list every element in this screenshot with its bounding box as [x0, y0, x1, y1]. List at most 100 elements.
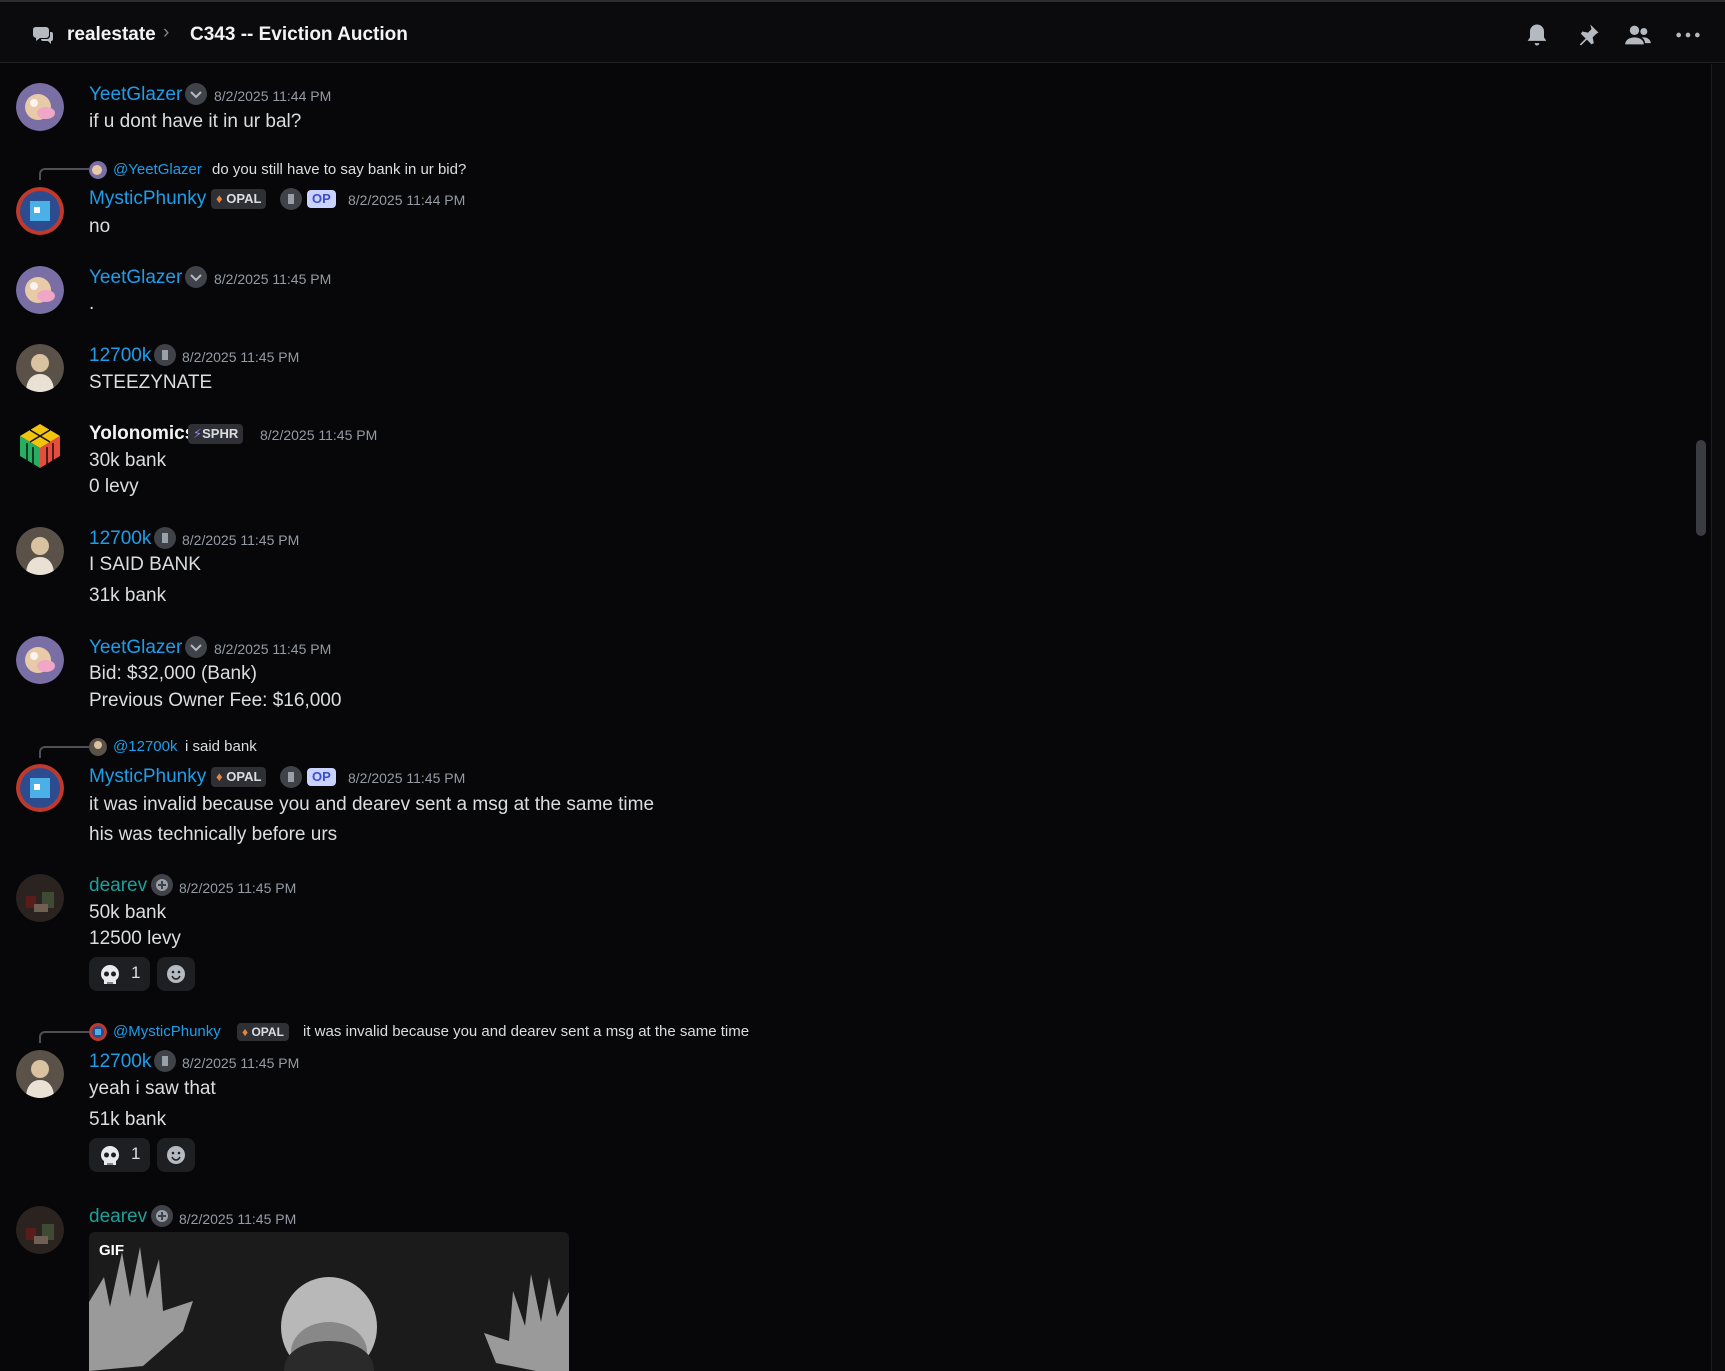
message-author[interactable]: YeetGlazer	[89, 637, 182, 659]
boost-badge-icon[interactable]	[154, 1050, 176, 1072]
server-tag-label: OPAL	[251, 1025, 284, 1039]
message-author[interactable]: YeetGlazer	[89, 267, 182, 289]
message-text: I SAID BANK	[89, 554, 201, 575]
message-text: 50k bank	[89, 902, 167, 923]
op-badge: OP	[307, 190, 336, 208]
server-tag[interactable]: ⚡SPHR	[188, 424, 244, 444]
message-timestamp: 8/2/2025 11:45 PM	[182, 349, 300, 365]
reply-connector	[39, 746, 89, 758]
message-author[interactable]: YeetGlazer	[89, 84, 182, 106]
scrollbar-thumb[interactable]	[1696, 440, 1706, 536]
reply-preview[interactable]: it was invalid because you and dearev se…	[303, 1023, 749, 1040]
members-icon[interactable]	[1624, 21, 1652, 49]
reply-connector	[39, 1031, 89, 1043]
reaction-count: 1	[131, 1144, 141, 1163]
message-timestamp: 8/2/2025 11:45 PM	[214, 641, 332, 657]
message-timestamp: 8/2/2025 11:45 PM	[348, 770, 466, 786]
avatar[interactable]	[16, 187, 64, 235]
page-title: C343 -- Eviction Auction	[190, 24, 408, 45]
server-tag[interactable]: ♦ OPAL	[211, 767, 267, 787]
message-text: it was invalid because you and dearev se…	[89, 794, 655, 815]
crown-badge-icon[interactable]	[185, 266, 207, 288]
scrollbar-track[interactable]	[1711, 64, 1725, 1371]
gif-embed[interactable]: GIF	[89, 1232, 569, 1371]
avatar[interactable]	[16, 636, 64, 684]
message-author[interactable]: 12700k	[89, 345, 151, 367]
message-author[interactable]: 12700k	[89, 1051, 151, 1073]
channel-header: realestate › C343 -- Eviction Auction	[0, 0, 1725, 63]
gif-image	[89, 1232, 569, 1371]
message-text: 30k bank	[89, 450, 167, 471]
message-text: his was technically before urs	[89, 824, 338, 845]
reaction-skull[interactable]: 1	[89, 1138, 150, 1172]
boost-badge-icon[interactable]	[154, 344, 176, 366]
message-text: if u dont have it in ur bal?	[89, 111, 302, 132]
message-author[interactable]: MysticPhunky	[89, 188, 206, 210]
avatar[interactable]	[16, 874, 64, 922]
message-text: 51k bank	[89, 1109, 167, 1130]
skull-emoji	[101, 1146, 119, 1165]
reply-mention[interactable]: @YeetGlazer	[113, 161, 202, 178]
breadcrumb-server[interactable]: realestate	[67, 24, 156, 46]
pin-icon[interactable]	[1574, 21, 1602, 49]
lightning-icon: ⚡	[193, 426, 203, 441]
add-reaction-icon	[167, 1146, 185, 1164]
avatar[interactable]	[16, 1206, 64, 1254]
avatar[interactable]	[16, 83, 64, 131]
reply-preview[interactable]: i said bank	[185, 738, 257, 755]
message-timestamp: 8/2/2025 11:44 PM	[214, 88, 332, 104]
bell-icon[interactable]	[1523, 21, 1551, 49]
avatar[interactable]	[16, 764, 64, 812]
message-text: 0 levy	[89, 476, 139, 497]
message-text: no	[89, 216, 111, 237]
message-author[interactable]: dearev	[89, 875, 147, 897]
avatar[interactable]	[16, 266, 64, 314]
add-reaction-button[interactable]	[157, 957, 195, 991]
reply-mention[interactable]: @12700k	[113, 738, 177, 755]
reply-avatar	[89, 738, 107, 756]
reply-connector	[39, 168, 89, 180]
gif-badge: GIF	[99, 1242, 124, 1259]
op-badge: OP	[307, 768, 336, 786]
crown-badge-icon[interactable]	[185, 636, 207, 658]
server-tag[interactable]: ♦ OPAL	[211, 189, 267, 209]
reply-mention[interactable]: @MysticPhunky	[113, 1023, 221, 1040]
boost-badge-icon[interactable]	[280, 188, 302, 210]
reply-avatar	[89, 1023, 107, 1041]
message-timestamp: 8/2/2025 11:44 PM	[348, 192, 466, 208]
avatar[interactable]	[16, 527, 64, 575]
add-reaction-button[interactable]	[157, 1138, 195, 1172]
avatar[interactable]	[16, 344, 64, 392]
reaction-count: 1	[131, 963, 141, 982]
nitro-badge-icon[interactable]	[151, 874, 173, 896]
boost-badge-icon[interactable]	[154, 527, 176, 549]
breadcrumb-separator: ›	[163, 22, 170, 43]
server-tag-label: SPHR	[202, 426, 239, 441]
add-reaction-icon	[167, 965, 185, 983]
message-author[interactable]: 12700k	[89, 528, 151, 550]
opal-icon: ♦	[216, 769, 223, 784]
message-text: .	[89, 293, 95, 314]
opal-icon: ♦	[216, 191, 223, 206]
nitro-badge-icon[interactable]	[151, 1205, 173, 1227]
message-author[interactable]: MysticPhunky	[89, 766, 206, 788]
forum-icon	[32, 27, 53, 44]
message-timestamp: 8/2/2025 11:45 PM	[179, 1211, 297, 1227]
message-timestamp: 8/2/2025 11:45 PM	[214, 271, 332, 287]
reaction-skull[interactable]: 1	[89, 957, 150, 991]
reply-avatar	[89, 161, 107, 179]
crown-badge-icon[interactable]	[185, 83, 207, 105]
reply-preview[interactable]: do you still have to say bank in ur bid?	[212, 161, 466, 178]
server-tag[interactable]: ♦ OPAL	[237, 1023, 289, 1041]
message-author[interactable]: Yolonomics	[89, 423, 195, 445]
message-text: STEEZYNATE	[89, 372, 213, 393]
more-icon[interactable]	[1674, 21, 1702, 49]
opal-icon: ♦	[242, 1025, 249, 1039]
skull-emoji	[101, 965, 119, 984]
avatar[interactable]	[16, 1050, 64, 1098]
message-text: 12500 levy	[89, 928, 181, 949]
avatar[interactable]	[16, 422, 64, 470]
boost-badge-icon[interactable]	[280, 766, 302, 788]
message-author[interactable]: dearev	[89, 1206, 147, 1228]
message-text: Bid: $32,000 (Bank)	[89, 663, 257, 684]
